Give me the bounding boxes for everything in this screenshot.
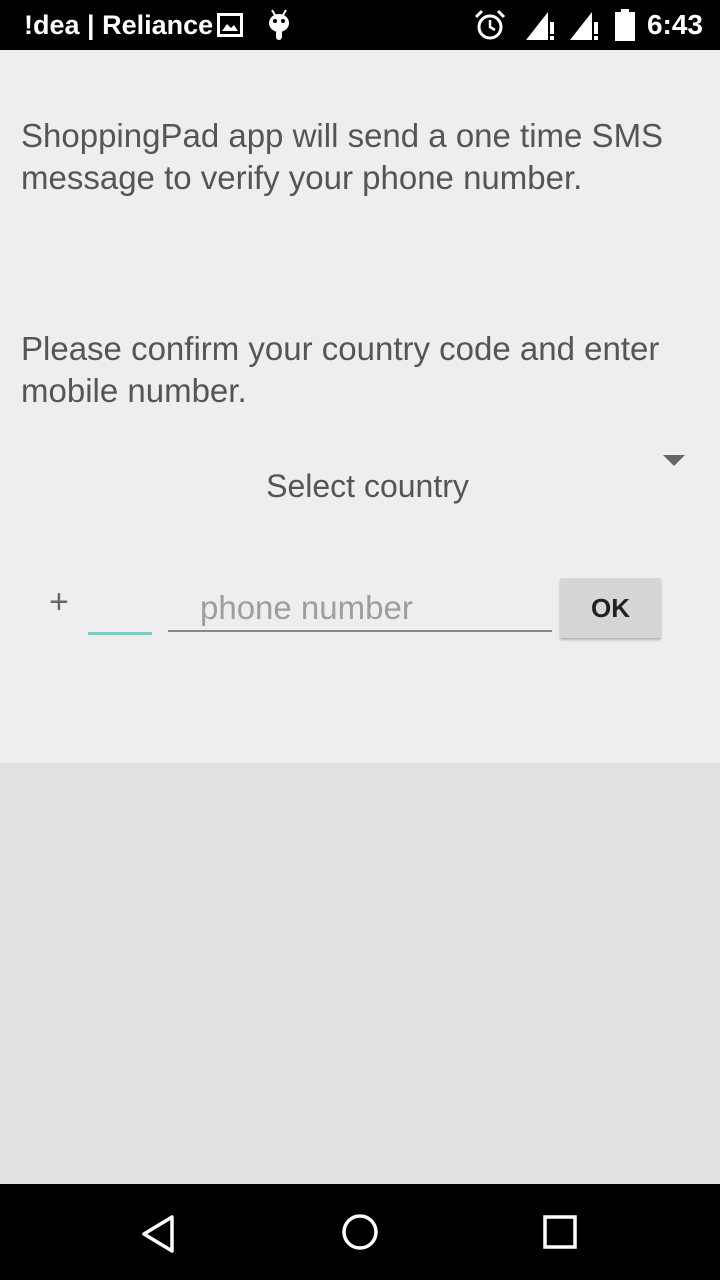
recents-icon[interactable] — [541, 1213, 579, 1251]
navigation-bar — [0, 1184, 720, 1280]
image-notification-icon — [217, 13, 243, 37]
carrier-name: !dea | Reliance — [24, 10, 214, 40]
home-icon[interactable] — [339, 1211, 381, 1253]
country-select[interactable]: Select country — [0, 440, 720, 540]
battery-icon — [615, 9, 635, 41]
empty-area — [0, 763, 720, 1184]
back-icon[interactable] — [138, 1212, 182, 1256]
status-bar: !dea | Reliance 6:43 — [0, 0, 720, 50]
country-select-label: Select country — [266, 468, 469, 504]
android-debug-icon — [269, 9, 289, 40]
plus-sign: + — [49, 583, 69, 621]
sms-notice-text: ShoppingPad app will send a one time SMS… — [21, 117, 664, 196]
country-code-input[interactable] — [88, 590, 152, 635]
phone-number-input[interactable] — [168, 586, 552, 632]
status-time: 6:43 — [646, 9, 703, 40]
verification-panel: ShoppingPad app will send a one time SMS… — [0, 50, 720, 763]
ok-button[interactable]: OK — [560, 578, 661, 638]
alarm-icon — [474, 9, 506, 40]
confirm-prompt-text: Please confirm your country code and ent… — [21, 330, 660, 409]
signal-icon — [526, 12, 554, 40]
dropdown-arrow-icon — [663, 455, 685, 466]
signal-icon — [570, 12, 598, 40]
